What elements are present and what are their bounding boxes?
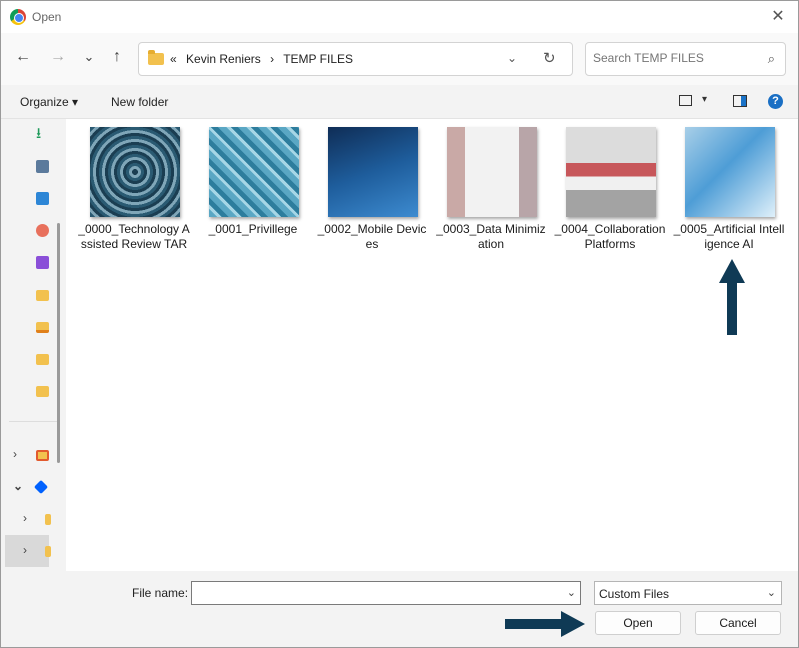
search-input[interactable]	[593, 51, 758, 65]
file-thumbnail[interactable]	[566, 127, 656, 217]
tree-item-folder[interactable]: ›	[1, 503, 61, 535]
folder-download-icon	[36, 322, 49, 333]
folder-icon	[148, 50, 164, 65]
forward-button[interactable]: →	[46, 45, 70, 69]
organize-button[interactable]: Organize ▾	[20, 95, 78, 109]
sidebar-item-folder[interactable]	[1, 279, 61, 311]
chevron-right-icon[interactable]: ›	[23, 511, 27, 525]
document-icon	[36, 160, 49, 173]
help-icon[interactable]: ?	[768, 94, 783, 109]
file-thumbnail[interactable]	[328, 127, 418, 217]
breadcrumb: « Kevin Reniers › TEMP FILES	[170, 52, 359, 66]
dropbox-icon	[33, 479, 49, 495]
file-thumbnail[interactable]	[90, 127, 180, 217]
breadcrumb-separator[interactable]: ›	[270, 52, 274, 66]
open-dialog: Open ✕ ← → ⌄ ↑ « Kevin Reniers › TEMP FI…	[0, 0, 799, 648]
file-name-label: File name:	[132, 586, 189, 600]
file-name[interactable]: _0001_Privillege	[197, 222, 309, 237]
breadcrumb-kevin-reniers[interactable]: Kevin Reniers	[186, 52, 261, 66]
cancel-button[interactable]: Cancel	[695, 611, 781, 635]
breadcrumb-overflow[interactable]: «	[170, 52, 177, 66]
download-icon: ⭳	[36, 125, 42, 142]
annotation-arrow-right-icon	[505, 611, 585, 637]
sidebar-item-downloads[interactable]: ⭳	[1, 119, 61, 151]
navigation-bar: ← → ⌄ ↑ « Kevin Reniers › TEMP FILES ⌄ ↻…	[1, 33, 798, 85]
chevron-down-icon[interactable]: ⌄	[767, 586, 776, 599]
chrome-icon	[10, 9, 26, 25]
search-icon[interactable]: ⌕	[768, 51, 775, 67]
file-name[interactable]: _0002_Mobile Devices	[316, 222, 428, 252]
sidebar-item-videos[interactable]	[1, 247, 61, 279]
tree-item-dropbox[interactable]: ⌄	[1, 471, 61, 503]
videos-icon	[36, 256, 49, 269]
up-button[interactable]: ↑	[105, 45, 129, 69]
recent-locations-button[interactable]: ⌄	[77, 45, 101, 69]
sidebar-divider	[9, 421, 57, 422]
refresh-button[interactable]: ↻	[543, 49, 556, 67]
view-dropdown-button[interactable]: ▾	[702, 94, 707, 105]
folder-icon	[36, 354, 49, 365]
footer-panel: File name: ⌄ Custom Files ⌄ Open Cancel	[1, 571, 798, 647]
file-name[interactable]: _0005_Artificial Intelligence AI	[673, 222, 785, 252]
close-button[interactable]: ✕	[766, 5, 790, 29]
title-bar: Open ✕	[1, 1, 798, 33]
navigation-pane: ⭳ › ⌄ › ›	[1, 119, 66, 571]
file-name-dropdown-button[interactable]: ⌄	[567, 586, 576, 599]
folder-icon	[36, 386, 49, 397]
chevron-right-icon[interactable]: ›	[23, 543, 27, 557]
sidebar-item-folder[interactable]	[1, 375, 61, 407]
sidebar-item-music[interactable]	[1, 215, 61, 247]
file-name[interactable]: _0003_Data Minimization	[435, 222, 547, 252]
window-title: Open	[32, 10, 62, 24]
back-button[interactable]: ←	[11, 45, 35, 69]
pictures-icon	[36, 192, 49, 205]
sidebar-item-folder[interactable]	[1, 343, 61, 375]
chevron-down-icon[interactable]: ⌄	[13, 479, 23, 493]
command-bar: Organize ▾ New folder ▾ ?	[1, 85, 798, 119]
file-list: _0000_Technology Assisted Review TAR _00…	[66, 119, 798, 571]
address-dropdown-button[interactable]: ⌄	[507, 51, 517, 65]
file-type-value: Custom Files	[599, 587, 670, 601]
file-type-select[interactable]: Custom Files ⌄	[594, 581, 782, 605]
music-icon	[36, 224, 49, 237]
file-name[interactable]: _0004_Collaboration Platforms	[554, 222, 666, 252]
sidebar-scrollbar[interactable]	[57, 223, 60, 463]
breadcrumb-temp-files[interactable]: TEMP FILES	[283, 52, 353, 66]
folder-icon	[45, 546, 51, 557]
file-thumbnail[interactable]	[685, 127, 775, 217]
tree-item-shared[interactable]: ›	[1, 439, 61, 471]
file-thumbnail[interactable]	[209, 127, 299, 217]
open-button[interactable]: Open	[595, 611, 681, 635]
file-name-input[interactable]	[196, 585, 556, 599]
tree-item-folder[interactable]: ›	[5, 535, 51, 567]
view-icon[interactable]	[679, 95, 692, 106]
new-folder-button[interactable]: New folder	[111, 95, 168, 109]
file-name[interactable]: _0000_Technology Assisted Review TAR	[78, 222, 190, 252]
chevron-right-icon[interactable]: ›	[13, 447, 17, 461]
sidebar-item-documents[interactable]	[1, 151, 61, 183]
file-thumbnail[interactable]	[447, 127, 537, 217]
search-box[interactable]: ⌕	[585, 42, 786, 76]
sidebar-item-folder[interactable]	[1, 311, 61, 343]
folder-icon	[45, 514, 51, 525]
preview-pane-icon[interactable]	[733, 95, 747, 107]
sidebar-item-pictures[interactable]	[1, 183, 61, 215]
shared-folder-icon	[36, 450, 49, 461]
folder-icon	[36, 290, 49, 301]
file-name-field[interactable]: ⌄	[191, 581, 581, 605]
address-bar[interactable]: « Kevin Reniers › TEMP FILES ⌄ ↻	[138, 42, 573, 76]
annotation-arrow-up-icon	[719, 259, 745, 335]
